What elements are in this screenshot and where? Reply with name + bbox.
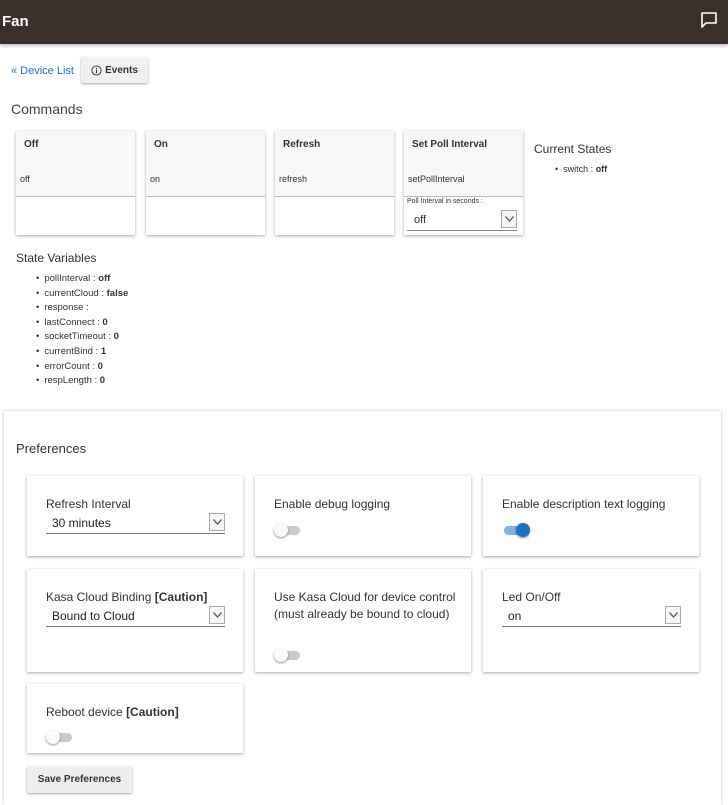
list-item: response : xyxy=(36,301,128,316)
caution-label: [Caution] xyxy=(154,590,208,604)
pref-label: Reboot device [Caution] xyxy=(46,705,179,719)
chat-bubble-icon[interactable] xyxy=(700,11,718,29)
events-button-label: Events xyxy=(105,64,138,76)
command-off-card: Off off xyxy=(16,131,135,235)
use-cloud-toggle[interactable] xyxy=(274,645,302,665)
command-on-button[interactable]: On on xyxy=(146,131,265,197)
pref-use-cloud-card: Use Kasa Cloud for device control (must … xyxy=(255,569,471,672)
desc-logging-toggle[interactable] xyxy=(502,520,530,540)
poll-interval-label: Poll Interval in seconds : xyxy=(407,198,483,205)
list-item: lastConnect : 0 xyxy=(36,316,128,331)
cloud-binding-select[interactable]: Bound to Cloud xyxy=(46,605,225,627)
command-label: Refresh xyxy=(283,139,321,150)
chevron-down-icon[interactable] xyxy=(501,210,517,228)
chevron-down-icon[interactable] xyxy=(209,513,225,531)
pref-led-card: Led On/Off on xyxy=(483,569,699,672)
command-label: On xyxy=(154,139,168,150)
pref-label: Kasa Cloud Binding [Caution] xyxy=(46,590,208,604)
info-circle-icon xyxy=(91,64,102,76)
top-bar: Fan xyxy=(0,0,728,44)
led-value: on xyxy=(508,609,522,623)
chevron-down-icon[interactable] xyxy=(209,606,225,624)
debug-logging-toggle[interactable] xyxy=(274,520,302,540)
current-states-title: Current States xyxy=(534,142,612,156)
command-refresh-card: Refresh refresh xyxy=(275,131,394,235)
command-method: setPollInterval xyxy=(408,174,465,184)
command-set-poll-interval-card: Set Poll Interval setPollInterval Poll I… xyxy=(404,131,523,235)
pref-label: Led On/Off xyxy=(502,590,561,604)
save-preferences-button[interactable]: Save Preferences xyxy=(27,766,132,793)
command-off-button[interactable]: Off off xyxy=(16,131,135,197)
events-button[interactable]: Events xyxy=(81,57,148,83)
pref-label: Enable description text logging xyxy=(502,497,666,511)
current-states-list: switch : off xyxy=(555,162,607,177)
list-item: respLength : 0 xyxy=(36,374,128,389)
state-variables-list: pollInterval : off currentCloud : false … xyxy=(36,272,128,389)
list-item: currentBind : 1 xyxy=(36,345,128,360)
pref-label: Use Kasa Cloud for device control (must … xyxy=(274,590,456,621)
pref-label: Refresh Interval xyxy=(46,497,131,511)
caution-label: [Caution] xyxy=(126,705,179,719)
command-label: Set Poll Interval xyxy=(412,139,488,150)
pref-label: Enable debug logging xyxy=(274,497,391,511)
device-list-link[interactable]: « Device List xyxy=(11,65,74,77)
command-method: off xyxy=(20,174,30,184)
list-item: errorCount : 0 xyxy=(36,360,128,375)
list-item: currentCloud : false xyxy=(36,287,128,302)
refresh-interval-value: 30 minutes xyxy=(52,516,111,530)
command-label: Off xyxy=(24,139,39,150)
pref-refresh-interval-card: Refresh Interval 30 minutes xyxy=(27,476,243,556)
cloud-binding-value: Bound to Cloud xyxy=(52,609,135,623)
command-method: refresh xyxy=(279,174,308,184)
poll-interval-value: off xyxy=(414,214,427,226)
command-set-poll-interval-button[interactable]: Set Poll Interval setPollInterval xyxy=(404,131,523,197)
preferences-title: Preferences xyxy=(16,441,87,456)
chevron-down-icon[interactable] xyxy=(665,606,681,624)
poll-interval-select[interactable]: off xyxy=(407,209,517,231)
page-title: Fan xyxy=(2,13,29,30)
command-method: on xyxy=(150,174,161,184)
command-on-card: On on xyxy=(146,131,265,235)
pref-reboot-card: Reboot device [Caution] xyxy=(27,684,243,753)
command-refresh-button[interactable]: Refresh refresh xyxy=(275,131,394,197)
pref-desc-logging-card: Enable description text logging xyxy=(483,476,699,556)
list-item: socketTimeout : 0 xyxy=(36,330,128,345)
refresh-interval-select[interactable]: 30 minutes xyxy=(46,512,225,534)
list-item: switch : off xyxy=(555,162,607,177)
pref-debug-logging-card: Enable debug logging xyxy=(255,476,471,556)
list-item: pollInterval : off xyxy=(36,272,128,287)
pref-cloud-binding-card: Kasa Cloud Binding [Caution] Bound to Cl… xyxy=(27,569,243,672)
reboot-toggle[interactable] xyxy=(46,727,74,747)
commands-title: Commands xyxy=(11,101,83,117)
state-variables-title: State Variables xyxy=(16,251,97,265)
led-select[interactable]: on xyxy=(502,605,681,627)
